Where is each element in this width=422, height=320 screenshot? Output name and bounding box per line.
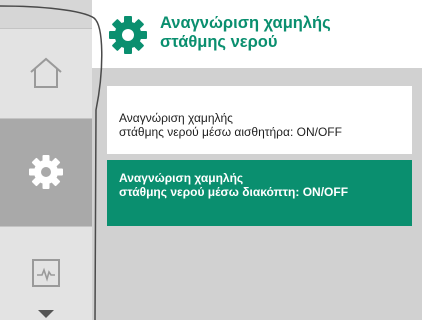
- sidebar-item-home[interactable]: [0, 28, 92, 118]
- sidebar-divider: [0, 28, 92, 29]
- sidebar-item-settings[interactable]: [0, 118, 92, 226]
- page-title: Αναγνώριση χαμηλής στάθμης νερού: [160, 14, 415, 52]
- status-chart-icon: [32, 259, 60, 287]
- sidebar-top: [0, 0, 92, 28]
- page-title-line2: στάθμης νερού: [160, 33, 278, 51]
- home-icon: [30, 57, 62, 88]
- chevron-down-icon[interactable]: [38, 310, 54, 320]
- page-title-line1: Αναγνώριση χαμηλής: [160, 14, 331, 32]
- sidebar-divider: [0, 226, 92, 227]
- sidebar-item-status[interactable]: [0, 226, 92, 320]
- sidebar-divider: [0, 118, 92, 119]
- gear-icon: [109, 16, 147, 54]
- option-label-line2: στάθμης νερού μέσω αισθητήρα: ON/OFF: [119, 125, 342, 139]
- option-label-line2: στάθμης νερού μέσω διακόπτη: ON/OFF: [119, 185, 349, 199]
- option-sensor[interactable]: Αναγνώριση χαμηλής στάθμης νερού μέσω αι…: [107, 86, 412, 154]
- option-switch[interactable]: Αναγνώριση χαμηλής στάθμης νερού μέσω δι…: [107, 160, 412, 226]
- screen: Αναγνώριση χαμηλής στάθμης νερού Αναγνώρ…: [0, 0, 422, 320]
- sidebar: [0, 0, 92, 320]
- option-label-line1: Αναγνώριση χαμηλής: [119, 171, 244, 185]
- gear-icon: [29, 155, 63, 189]
- option-label-line1: Αναγνώριση χαμηλής: [119, 111, 233, 125]
